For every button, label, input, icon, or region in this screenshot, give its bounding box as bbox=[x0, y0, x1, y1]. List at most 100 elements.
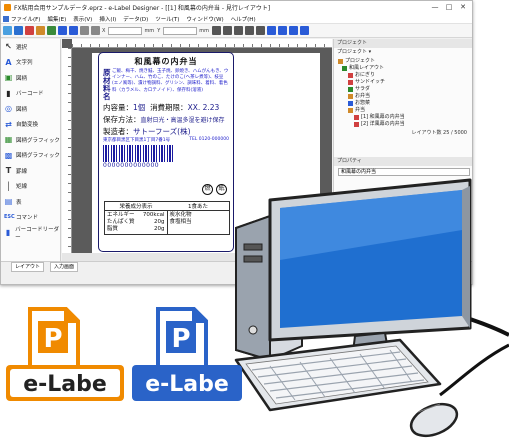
new-icon[interactable] bbox=[3, 26, 12, 35]
tool-item[interactable]: ▣ 図柄 bbox=[1, 70, 60, 86]
storage-value: 直射日光・高温多湿を避け保存 bbox=[140, 117, 225, 124]
tree-item[interactable]: お弁当 bbox=[338, 93, 469, 100]
file-icon bbox=[3, 15, 9, 22]
tool-item[interactable]: A 文字列 bbox=[1, 55, 60, 71]
tool-item[interactable]: ESC コマンド bbox=[1, 210, 60, 226]
tree-item[interactable]: [1] 和風幕の内弁当 bbox=[338, 114, 469, 121]
tree-item-label: プロジェクト bbox=[345, 58, 376, 64]
x-unit: mm bbox=[144, 27, 155, 34]
fit-icon[interactable] bbox=[289, 26, 298, 35]
maximize-button[interactable]: □ bbox=[442, 1, 456, 14]
menu-file[interactable]: ファイル(F) bbox=[11, 15, 40, 23]
close-button[interactable]: ✕ bbox=[456, 1, 470, 14]
tool-label: 図柄 bbox=[16, 106, 28, 113]
y-field[interactable] bbox=[163, 26, 198, 35]
folder-icon bbox=[338, 59, 343, 64]
save-icon[interactable] bbox=[25, 26, 34, 35]
tab-layout[interactable]: レイアウト bbox=[11, 262, 45, 272]
menu-view[interactable]: 表示(V) bbox=[73, 15, 92, 23]
tree-item[interactable]: サラダ bbox=[338, 86, 469, 93]
tree-item-label: お惣菜 bbox=[355, 100, 371, 106]
nutrition-row: 脂質 20g bbox=[107, 226, 165, 233]
tool-item[interactable]: ▩ 図柄グラフィック bbox=[1, 148, 60, 164]
ingredients-heading: 原材料名 bbox=[103, 68, 111, 101]
tree-item[interactable]: サンドイッチ bbox=[338, 79, 469, 86]
preview-icon[interactable] bbox=[47, 26, 56, 35]
tool-item[interactable]: ▮ バーコード bbox=[1, 86, 60, 102]
tree-item-label: 和風レイアウト bbox=[349, 65, 385, 71]
menu-insert[interactable]: 挿入(I) bbox=[99, 15, 116, 23]
distribute-icon[interactable] bbox=[245, 26, 254, 35]
tool-label: コマンド bbox=[16, 215, 39, 222]
content-value: 1個 bbox=[133, 103, 146, 112]
zoom-out-icon[interactable] bbox=[278, 26, 287, 35]
convert-icon: ⇄ bbox=[5, 119, 12, 129]
tool-label: バーコード bbox=[16, 91, 44, 98]
ingredients-block: 原材料名 ご飯、梅干、焼き鮭、玉子焼、卵焼き、ハムがんもき、ウインナー、ハム、竹… bbox=[103, 69, 229, 101]
tool-item[interactable]: T 罫線 bbox=[1, 163, 60, 179]
address-row: 東京都目黒区下目黒1丁目7番1号 TEL 0120-000000 bbox=[103, 137, 229, 143]
tab-input-screen[interactable]: 入力画面 bbox=[50, 262, 79, 272]
x-field[interactable] bbox=[108, 26, 143, 35]
redo-icon[interactable] bbox=[69, 26, 78, 35]
minimize-button[interactable]: — bbox=[428, 1, 442, 14]
menu-edit[interactable]: 編集(E) bbox=[47, 15, 66, 23]
tool-label: 図柄グラフィック bbox=[16, 137, 60, 144]
print-icon[interactable] bbox=[36, 26, 45, 35]
recycle-marks: 燃 紙 bbox=[202, 184, 227, 195]
app-icon bbox=[4, 4, 11, 11]
nutrition-table: 栄養成分表示 1食あた エネルギー 700kcal たんぱく質 20g 脂質 20g … bbox=[104, 201, 230, 235]
tool-label: 図柄グラフィック bbox=[16, 153, 60, 160]
menu-data[interactable]: データ(D) bbox=[123, 15, 148, 23]
tree-item[interactable]: プロジェクト bbox=[338, 58, 469, 65]
tool-item[interactable]: ↖ 選択 bbox=[1, 39, 60, 55]
property-name-field[interactable]: 和風幕の内弁当 bbox=[338, 168, 470, 176]
tool-item[interactable]: ▤ 表 bbox=[1, 194, 60, 210]
tool-label: 罫線 bbox=[16, 168, 28, 175]
recycle-mark-paper: 紙 bbox=[216, 184, 227, 195]
nutrient-value: 700kcal bbox=[142, 212, 165, 218]
tool-item[interactable]: ▦ 図柄グラフィック bbox=[1, 132, 60, 148]
grid-icon[interactable] bbox=[300, 26, 309, 35]
project-panel-title: プロジェクト bbox=[334, 39, 472, 48]
tree-item[interactable]: 和風レイアウト bbox=[338, 65, 469, 72]
tool-item[interactable]: ⇄ 自動変換 bbox=[1, 117, 60, 133]
folder-icon bbox=[354, 115, 359, 120]
menu-window[interactable]: ウィンドウ(W) bbox=[186, 15, 223, 23]
nutrient-name: 炭水化物 bbox=[169, 212, 192, 218]
align-center-icon[interactable] bbox=[223, 26, 232, 35]
tool-label: 表 bbox=[16, 199, 22, 206]
tool-item[interactable]: ▮ バーコードリーダー bbox=[1, 225, 60, 241]
align-right-icon[interactable] bbox=[234, 26, 243, 35]
cut-icon[interactable] bbox=[80, 26, 89, 35]
text-icon: A bbox=[5, 57, 12, 67]
project-dropdown[interactable]: プロジェクト ▾ bbox=[334, 48, 472, 57]
ingredients-text: ご飯、梅干、焼き鮭、玉子焼、卵焼き、ハムがんもき、ウインナー、ハム、竹のこ、たけ… bbox=[112, 69, 229, 93]
maker-label: 製造者： bbox=[103, 127, 133, 136]
menu-tools[interactable]: ツール(T) bbox=[155, 15, 179, 23]
tools-panel: ↖ 選択 A 文字列 ▣ 図柄 ▮ バーコード ◎ 図柄 ⇄ 自動変換 ▦ 図柄グラフィック ▩ 図柄グラフィ… bbox=[1, 39, 61, 261]
open-icon[interactable] bbox=[14, 26, 23, 35]
tree-item[interactable]: [2] 洋風幕の内弁当 bbox=[338, 121, 469, 128]
menu-help[interactable]: ヘルプ(H) bbox=[231, 15, 256, 23]
undo-icon[interactable] bbox=[58, 26, 67, 35]
tree-item[interactable]: お惣菜 bbox=[338, 100, 469, 107]
nutrition-per: 1食あた bbox=[188, 204, 208, 210]
tree-item[interactable]: 弁当 bbox=[338, 107, 469, 114]
nutrition-title: 栄養成分表示 bbox=[119, 204, 153, 210]
maker-row: 製造者：サトーフーズ(株) bbox=[103, 126, 229, 137]
property-panel-title: プロパティ bbox=[334, 157, 472, 166]
title-bar: FX粘用合用サンプルデータ.eprz - e-Label Designer - … bbox=[1, 1, 472, 14]
tool-item[interactable]: │ 矩線 bbox=[1, 179, 60, 195]
tool-item[interactable]: ◎ 図柄 bbox=[1, 101, 60, 117]
group-icon[interactable] bbox=[256, 26, 265, 35]
tel-text: TEL 0120-000000 bbox=[189, 137, 229, 142]
copy-icon[interactable] bbox=[91, 26, 100, 35]
food-label[interactable]: 和風幕の内弁当 原材料名 ご飯、梅干、焼き鮭、玉子焼、卵焼き、ハムがんもき、ウイ… bbox=[98, 52, 234, 252]
orange-logo-text: e-Labe bbox=[23, 372, 107, 397]
align-left-icon[interactable] bbox=[212, 26, 221, 35]
label-title: 和風幕の内弁当 bbox=[134, 57, 198, 66]
tree-item[interactable]: おにぎり bbox=[338, 72, 469, 79]
expiry-label: 消費期限： bbox=[150, 103, 188, 112]
zoom-in-icon[interactable] bbox=[267, 26, 276, 35]
